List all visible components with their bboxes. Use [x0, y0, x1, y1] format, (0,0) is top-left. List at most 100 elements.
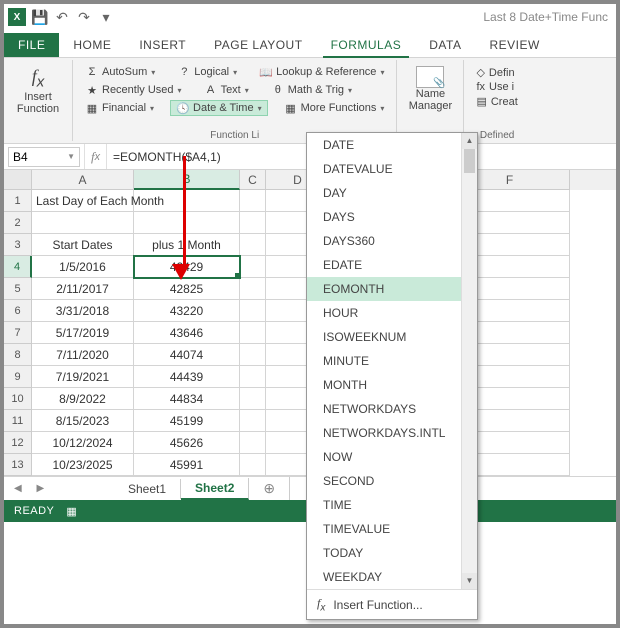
cell[interactable]	[240, 234, 266, 256]
name-manager-button[interactable]: Name Manager	[403, 62, 457, 112]
row-header[interactable]: 7	[4, 322, 32, 344]
cell[interactable]: 8/9/2022	[32, 388, 134, 410]
date-time-button[interactable]: 🕓Date & Time▾	[170, 100, 268, 116]
sheet-tab-sheet1[interactable]: Sheet1	[114, 479, 181, 499]
dropdown-item[interactable]: DAY	[307, 181, 477, 205]
create-from-selection-button[interactable]: ▤Creat	[476, 95, 517, 108]
tab-formulas[interactable]: FORMULAS	[317, 33, 416, 57]
scroll-down-icon[interactable]: ▼	[462, 573, 477, 589]
scroll-thumb[interactable]	[464, 149, 475, 173]
financial-button[interactable]: ▦Financial▾	[79, 100, 160, 116]
tab-review[interactable]: REVIEW	[475, 33, 553, 57]
cell[interactable]: 1/5/2016	[32, 256, 134, 278]
undo-icon[interactable]: ↶	[54, 9, 70, 25]
dropdown-item[interactable]: TIMEVALUE	[307, 517, 477, 541]
dropdown-item[interactable]: TIME	[307, 493, 477, 517]
dropdown-item[interactable]: DATEVALUE	[307, 157, 477, 181]
cell[interactable]	[240, 344, 266, 366]
scroll-up-icon[interactable]: ▲	[462, 133, 477, 149]
dropdown-item[interactable]: WEEKDAY	[307, 565, 477, 589]
add-sheet-button[interactable]: ⊕	[249, 477, 290, 500]
math-trig-button[interactable]: θMath & Trig▾	[265, 82, 358, 98]
cell[interactable]	[240, 278, 266, 300]
select-all-corner[interactable]	[4, 170, 32, 190]
cell[interactable]	[240, 212, 266, 234]
name-box[interactable]: B4▼	[8, 147, 80, 167]
dropdown-item[interactable]: NETWORKDAYS	[307, 397, 477, 421]
dropdown-item[interactable]: NOW	[307, 445, 477, 469]
dropdown-item[interactable]: ISOWEEKNUM	[307, 325, 477, 349]
cell[interactable]: 45199	[134, 410, 240, 432]
dropdown-scrollbar[interactable]: ▲ ▼	[461, 133, 477, 589]
cell[interactable]	[240, 190, 266, 212]
dropdown-item[interactable]: DAYS360	[307, 229, 477, 253]
dropdown-item[interactable]: MINUTE	[307, 349, 477, 373]
save-icon[interactable]: 💾	[32, 9, 48, 25]
row-header[interactable]: 4	[4, 256, 32, 278]
row-header[interactable]: 12	[4, 432, 32, 454]
logical-button[interactable]: ?Logical▾	[171, 64, 243, 80]
row-header[interactable]: 2	[4, 212, 32, 234]
sheet-tab-sheet2[interactable]: Sheet2	[181, 478, 249, 500]
autosum-button[interactable]: ΣAutoSum▾	[79, 64, 161, 80]
fx-button[interactable]: fx	[84, 144, 107, 169]
row-header[interactable]: 13	[4, 454, 32, 476]
dropdown-item[interactable]: HOUR	[307, 301, 477, 325]
row-header[interactable]: 10	[4, 388, 32, 410]
col-header-c[interactable]: C	[240, 170, 266, 190]
cell[interactable]: 43646	[134, 322, 240, 344]
col-header-a[interactable]: A	[32, 170, 134, 190]
cell[interactable]: 3/31/2018	[32, 300, 134, 322]
dropdown-item[interactable]: SECOND	[307, 469, 477, 493]
text-button[interactable]: AText▾	[198, 82, 255, 98]
dropdown-item[interactable]: TODAY	[307, 541, 477, 565]
cell[interactable]: 45626	[134, 432, 240, 454]
row-header[interactable]: 9	[4, 366, 32, 388]
more-functions-button[interactable]: ▦More Functions▾	[278, 100, 391, 116]
row-header[interactable]: 6	[4, 300, 32, 322]
cell[interactable]: 43220	[134, 300, 240, 322]
row-header[interactable]: 8	[4, 344, 32, 366]
row-header[interactable]: 1	[4, 190, 32, 212]
tab-insert[interactable]: INSERT	[125, 33, 200, 57]
tab-data[interactable]: DATA	[415, 33, 475, 57]
lookup-button[interactable]: 📖Lookup & Reference▾	[253, 64, 390, 80]
cell[interactable]: 8/15/2023	[32, 410, 134, 432]
cell[interactable]: Last Day of Each Month	[32, 190, 134, 212]
cell[interactable]	[240, 432, 266, 454]
row-header[interactable]: 11	[4, 410, 32, 432]
file-tab[interactable]: FILE	[4, 33, 59, 57]
row-header[interactable]: 3	[4, 234, 32, 256]
insert-function-menu-item[interactable]: fx Insert Function...	[307, 589, 477, 619]
dropdown-item[interactable]: DATE	[307, 133, 477, 157]
define-name-button[interactable]: ◇Defin	[476, 66, 517, 79]
cell[interactable]: 10/23/2025	[32, 454, 134, 476]
cell[interactable]: 5/17/2019	[32, 322, 134, 344]
cell[interactable]: 2/11/2017	[32, 278, 134, 300]
recently-used-button[interactable]: ★Recently Used▾	[79, 82, 188, 98]
tab-page-layout[interactable]: PAGE LAYOUT	[200, 33, 316, 57]
cell[interactable]: 44834	[134, 388, 240, 410]
cell[interactable]	[240, 454, 266, 476]
row-header[interactable]: 5	[4, 278, 32, 300]
dropdown-item[interactable]: NETWORKDAYS.INTL	[307, 421, 477, 445]
tab-home[interactable]: HOME	[59, 33, 125, 57]
cell[interactable]: 44074	[134, 344, 240, 366]
insert-function-button[interactable]: fx Insert Function	[10, 62, 66, 115]
dropdown-item[interactable]: EDATE	[307, 253, 477, 277]
dropdown-item[interactable]: MONTH	[307, 373, 477, 397]
cell[interactable]	[240, 366, 266, 388]
use-in-formula-button[interactable]: fxUse i	[476, 81, 517, 93]
cell[interactable]: 7/11/2020	[32, 344, 134, 366]
macro-record-icon[interactable]: ▦	[66, 505, 77, 518]
cell[interactable]	[240, 300, 266, 322]
dropdown-item[interactable]: EOMONTH	[307, 277, 477, 301]
dropdown-item[interactable]: DAYS	[307, 205, 477, 229]
cell[interactable]: 45991	[134, 454, 240, 476]
redo-icon[interactable]: ↷	[76, 9, 92, 25]
cell[interactable]: Start Dates	[32, 234, 134, 256]
qat-dropdown-icon[interactable]: ▾	[98, 9, 114, 25]
cell[interactable]: 42825	[134, 278, 240, 300]
cell[interactable]	[240, 410, 266, 432]
cell[interactable]	[240, 322, 266, 344]
